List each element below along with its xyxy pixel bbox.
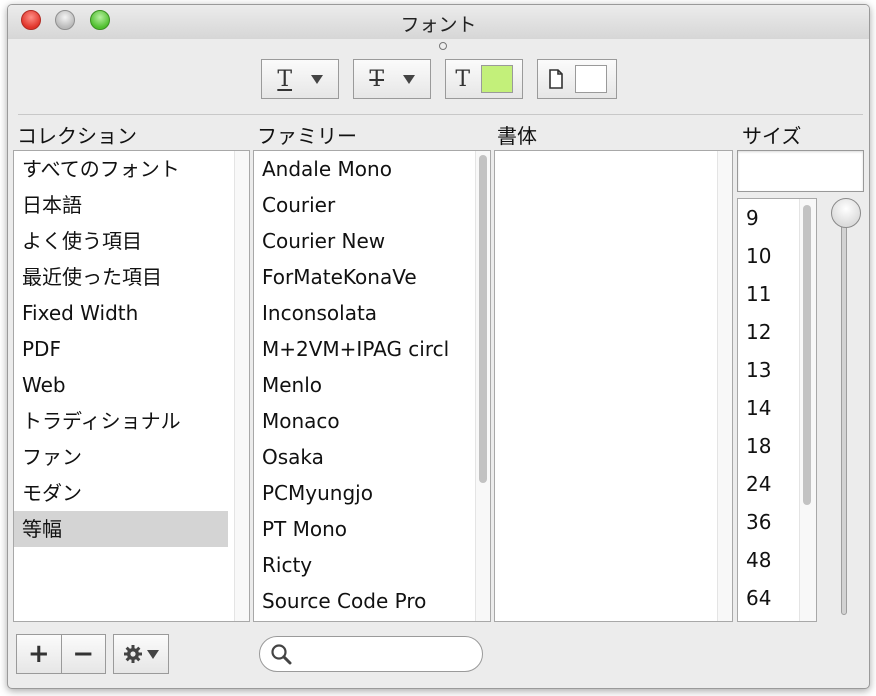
family-item[interactable]: PCMyungjo — [254, 475, 468, 511]
underline-T-icon: T — [277, 66, 293, 92]
font-panel-window: フォント T T T コレクション ファミリー 書体 サイズ すべてのフォント日… — [7, 4, 870, 689]
size-item[interactable]: 11 — [738, 275, 798, 313]
family-item[interactable]: Inconsolata — [254, 295, 468, 331]
document-color-swatch[interactable] — [574, 65, 607, 93]
strikethrough-T-icon: T — [369, 66, 385, 92]
family-item[interactable]: M+2VM+IPAG circl — [254, 331, 468, 367]
size-item[interactable]: 36 — [738, 503, 798, 541]
collection-item[interactable]: ファン — [14, 439, 228, 475]
family-item[interactable]: Courier — [254, 187, 468, 223]
size-item[interactable]: 14 — [738, 389, 798, 427]
family-item[interactable]: ForMateKonaVe — [254, 259, 468, 295]
collections-header: コレクション — [17, 124, 137, 148]
window-title: フォント — [400, 14, 477, 36]
size-item[interactable]: 48 — [738, 541, 798, 579]
title-bar[interactable]: フォント — [8, 5, 869, 39]
size-field[interactable] — [737, 150, 864, 192]
search-field[interactable] — [259, 636, 483, 672]
add-collection-button[interactable]: + — [17, 635, 61, 673]
minus-icon: − — [72, 639, 95, 669]
document-color-button[interactable] — [537, 59, 617, 99]
collection-item[interactable]: 日本語 — [14, 187, 228, 223]
family-header: ファミリー — [257, 124, 357, 148]
toolbar-divider — [18, 114, 863, 115]
collections-list[interactable]: すべてのフォント 日本語 よく使う項目 最近使った項目 Fixed Width PDF We… — [13, 150, 250, 622]
text-color-T-icon: T — [455, 66, 471, 92]
size-header: サイズ — [742, 124, 802, 148]
strikethrough-menu-button[interactable]: T — [353, 59, 431, 99]
collection-item[interactable]: 最近使った項目 — [14, 259, 228, 295]
search-input[interactable] — [298, 641, 477, 669]
remove-collection-button[interactable]: − — [60, 635, 106, 673]
collection-item[interactable]: モダン — [14, 475, 228, 511]
dropdown-arrow-icon — [310, 74, 323, 84]
size-item[interactable]: 13 — [738, 351, 798, 389]
size-item[interactable]: 24 — [738, 465, 798, 503]
collection-item[interactable]: Web — [14, 367, 228, 403]
dropdown-arrow-icon — [147, 649, 159, 659]
search-icon — [271, 644, 292, 665]
toolbar-toggle-handle[interactable] — [439, 42, 447, 50]
plus-icon: + — [27, 639, 50, 669]
size-slider-knob[interactable] — [831, 198, 861, 228]
typeface-header: 書体 — [497, 124, 537, 148]
typeface-list[interactable] — [494, 150, 733, 622]
collection-item[interactable]: PDF — [14, 331, 228, 367]
family-item[interactable]: Osaka — [254, 439, 468, 475]
text-color-button[interactable]: T — [445, 59, 523, 99]
size-item[interactable]: 18 — [738, 427, 798, 465]
typeface-scrollbar[interactable] — [717, 151, 732, 621]
text-color-swatch[interactable] — [480, 65, 513, 93]
action-menu-button[interactable] — [113, 634, 169, 674]
family-scroll-thumb[interactable] — [479, 155, 487, 483]
size-slider-track[interactable] — [841, 211, 847, 615]
gear-icon — [124, 645, 142, 663]
size-scroll-thumb[interactable] — [803, 205, 811, 505]
family-item[interactable]: Source Code Pro — [254, 583, 468, 619]
size-item[interactable]: 64 — [738, 579, 798, 617]
collection-add-remove-group: + − — [16, 634, 106, 674]
size-item[interactable]: 10 — [738, 237, 798, 275]
family-item[interactable]: Menlo — [254, 367, 468, 403]
family-list[interactable]: Andale Mono Courier Courier New ForMateKona… — [253, 150, 491, 622]
collection-item[interactable]: トラディショナル — [14, 403, 228, 439]
dropdown-arrow-icon — [402, 74, 415, 84]
family-scrollbar[interactable] — [475, 151, 490, 621]
family-item[interactable]: Ricty — [254, 547, 468, 583]
family-item[interactable]: Andale Mono — [254, 151, 468, 187]
size-list[interactable]: 9 10 11 12 13 14 18 24 36 48 64 — [737, 198, 817, 622]
family-item[interactable]: Monaco — [254, 403, 468, 439]
family-item[interactable]: Courier New — [254, 223, 468, 259]
collection-item[interactable]: 等幅 — [14, 511, 228, 547]
family-item[interactable]: PT Mono — [254, 511, 468, 547]
underline-menu-button[interactable]: T — [261, 59, 339, 99]
size-scrollbar[interactable] — [799, 199, 816, 621]
collection-item[interactable]: すべてのフォント — [14, 151, 228, 187]
collection-item[interactable]: Fixed Width — [14, 295, 228, 331]
collections-scrollbar[interactable] — [234, 151, 249, 621]
document-color-icon — [548, 69, 563, 89]
size-item[interactable]: 9 — [738, 199, 798, 237]
collection-item[interactable]: よく使う項目 — [14, 223, 228, 259]
size-item[interactable]: 12 — [738, 313, 798, 351]
